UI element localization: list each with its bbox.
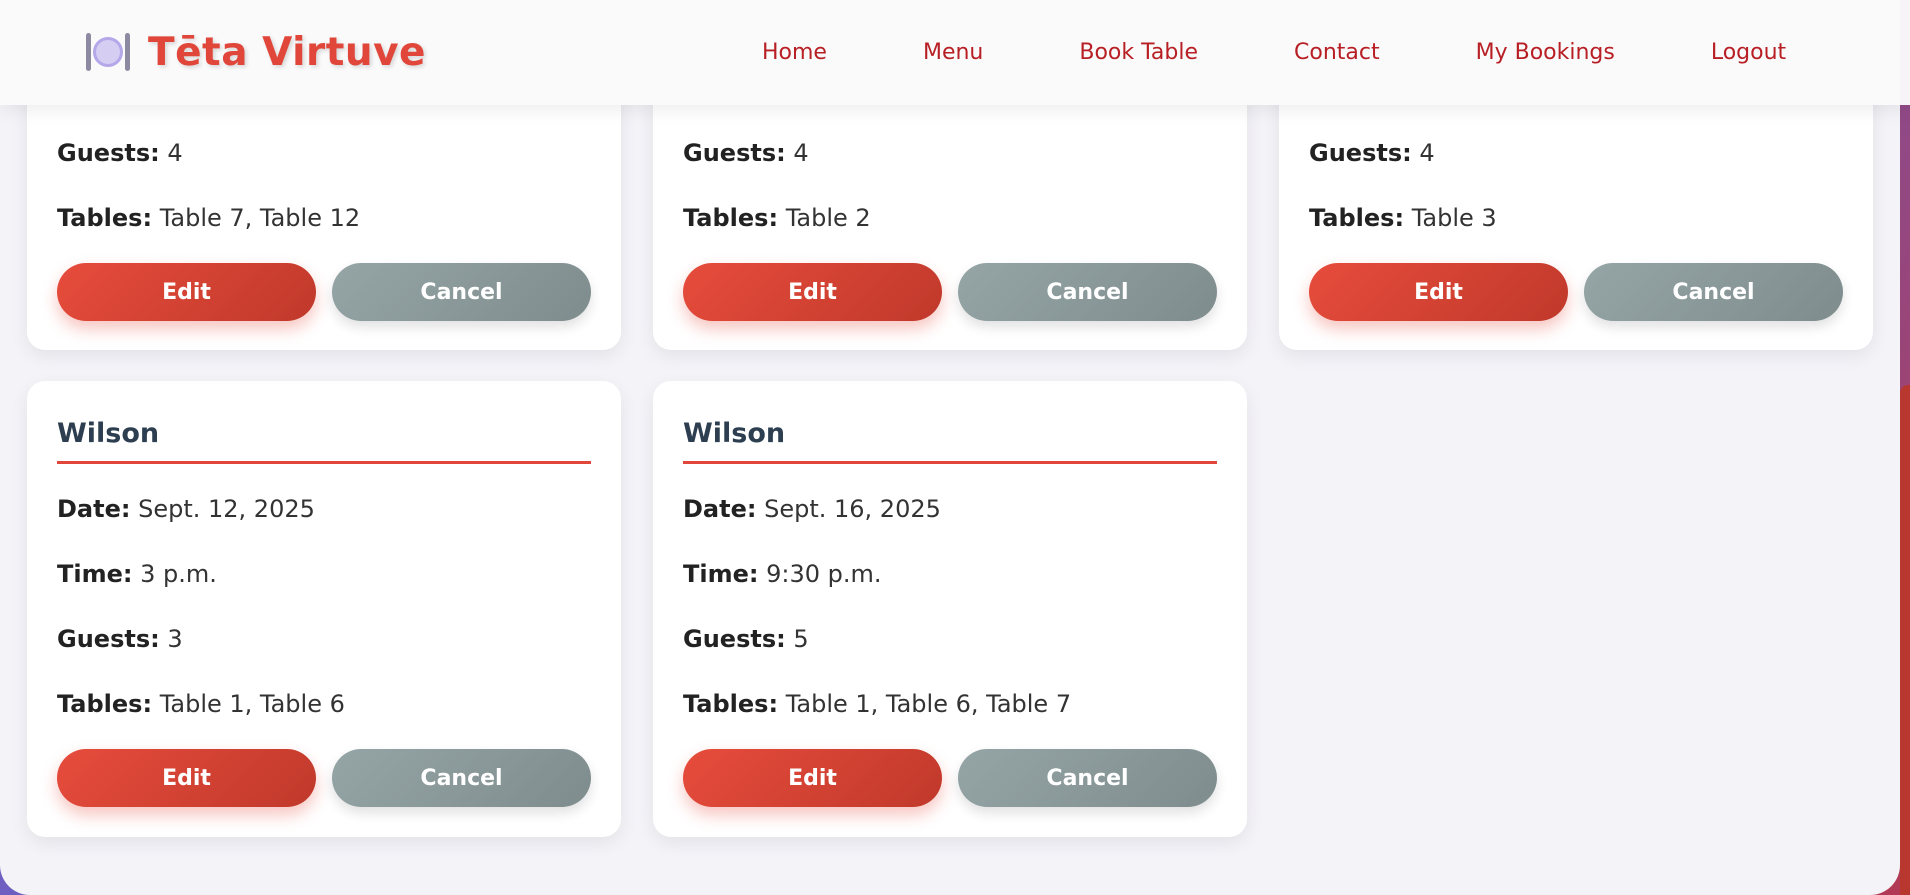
edit-button[interactable]: Edit (683, 749, 942, 807)
booking-card: Wilson Date: Sept. 16, 2025 Time: 9:30 p… (653, 381, 1247, 837)
booking-card: Wilson Date: Sept. 12, 2025 Time: 3 p.m.… (27, 381, 621, 837)
plate-cutlery-icon (86, 31, 130, 75)
edit-button[interactable]: Edit (57, 749, 316, 807)
tables-field: Tables: Table 3 (1309, 204, 1497, 232)
guests-field: Guests: 5 (683, 625, 809, 653)
tables-field: Tables: Table 1, Table 6, Table 7 (683, 690, 1072, 718)
guests-field: Guests: 3 (57, 625, 183, 653)
nav-link-my-bookings[interactable]: My Bookings (1476, 40, 1615, 65)
date-field: Date: Sept. 16, 2025 (683, 495, 941, 523)
card-actions: Edit Cancel (57, 749, 591, 807)
navbar: Tēta Virtuve Home Menu Book Table Contac… (0, 0, 1910, 105)
brand-name: Tēta Virtuve (148, 30, 426, 75)
guests-field: Guests: 4 (57, 139, 183, 167)
edit-button[interactable]: Edit (1309, 263, 1568, 321)
guests-field: Guests: 4 (1309, 139, 1435, 167)
booking-name: Wilson (57, 418, 591, 464)
card-actions: Edit Cancel (57, 263, 591, 321)
nav-link-menu[interactable]: Menu (923, 40, 983, 65)
card-actions: Edit Cancel (683, 263, 1217, 321)
edit-button[interactable]: Edit (57, 263, 316, 321)
nav-link-book-table[interactable]: Book Table (1079, 40, 1198, 65)
card-actions: Edit Cancel (683, 749, 1217, 807)
edge-accent (1900, 385, 1910, 895)
nav-link-logout[interactable]: Logout (1711, 40, 1786, 65)
card-actions: Edit Cancel (1309, 263, 1843, 321)
edit-button[interactable]: Edit (683, 263, 942, 321)
time-field: Time: 9:30 p.m. (683, 560, 882, 588)
date-field: Date: Sept. 12, 2025 (57, 495, 315, 523)
guests-field: Guests: 4 (683, 139, 809, 167)
cancel-button[interactable]: Cancel (1584, 263, 1843, 321)
cancel-button[interactable]: Cancel (332, 749, 591, 807)
time-field: Time: 3 p.m. (57, 560, 217, 588)
tables-field: Tables: Table 7, Table 12 (57, 204, 361, 232)
tables-field: Tables: Table 2 (683, 204, 871, 232)
tables-field: Tables: Table 1, Table 6 (57, 690, 345, 718)
nav-link-home[interactable]: Home (762, 40, 827, 65)
main-nav: Home Menu Book Table Contact My Bookings… (762, 0, 1786, 105)
cancel-button[interactable]: Cancel (958, 263, 1217, 321)
cancel-button[interactable]: Cancel (332, 263, 591, 321)
booking-name: Wilson (683, 418, 1217, 464)
nav-link-contact[interactable]: Contact (1294, 40, 1380, 65)
cancel-button[interactable]: Cancel (958, 749, 1217, 807)
brand[interactable]: Tēta Virtuve (86, 30, 426, 75)
